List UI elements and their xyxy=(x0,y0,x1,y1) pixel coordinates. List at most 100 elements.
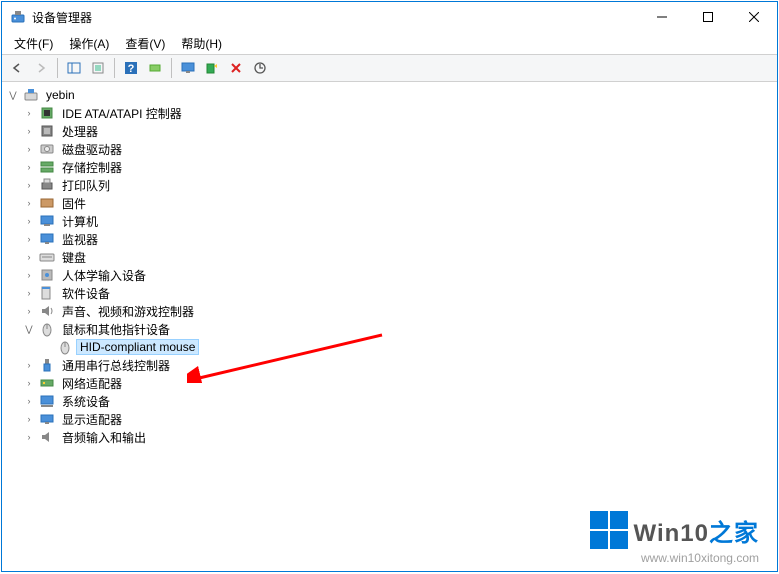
sound-icon xyxy=(39,303,55,319)
tree-category[interactable]: ⋁ 鼠标和其他指针设备 xyxy=(4,320,775,338)
software-icon xyxy=(39,285,55,301)
category-label: 计算机 xyxy=(58,213,102,230)
toolbar-update-button[interactable] xyxy=(249,57,271,79)
display-icon xyxy=(39,411,55,427)
toolbar-show-hide-button[interactable] xyxy=(63,57,85,79)
tree-category[interactable]: › 存储控制器 xyxy=(4,158,775,176)
tree-content[interactable]: ⋁ yebin › IDE ATA/ATAPI 控制器 › 处理器 › 磁盘驱动… xyxy=(2,82,777,571)
expand-icon[interactable]: › xyxy=(22,214,36,228)
minimize-button[interactable] xyxy=(639,2,685,32)
firmware-icon xyxy=(39,195,55,211)
tree-category[interactable]: › 通用串行总线控制器 xyxy=(4,356,775,374)
expand-icon[interactable]: › xyxy=(22,106,36,120)
menubar: 文件(F) 操作(A) 查看(V) 帮助(H) xyxy=(2,32,777,54)
toolbar-remove-button[interactable] xyxy=(225,57,247,79)
svg-text:?: ? xyxy=(128,63,135,75)
mouse-icon xyxy=(57,339,73,355)
keyboard-icon xyxy=(39,249,55,265)
menu-help[interactable]: 帮助(H) xyxy=(175,33,228,54)
expand-icon[interactable]: › xyxy=(22,160,36,174)
tree-root-node[interactable]: ⋁ yebin xyxy=(4,86,775,104)
computer-icon xyxy=(39,213,55,229)
expand-icon[interactable]: › xyxy=(22,286,36,300)
root-label: yebin xyxy=(42,88,79,102)
tree-category[interactable]: › 固件 xyxy=(4,194,775,212)
expand-icon[interactable]: › xyxy=(22,250,36,264)
tree-category[interactable]: › 磁盘驱动器 xyxy=(4,140,775,158)
tree-category[interactable]: › 人体学输入设备 xyxy=(4,266,775,284)
category-label: 人体学输入设备 xyxy=(58,267,150,284)
close-button[interactable] xyxy=(731,2,777,32)
menu-view[interactable]: 查看(V) xyxy=(119,33,171,54)
expand-icon[interactable]: › xyxy=(22,394,36,408)
tree-category[interactable]: › 软件设备 xyxy=(4,284,775,302)
toolbar-separator xyxy=(114,58,115,78)
tree-category[interactable]: › 监视器 xyxy=(4,230,775,248)
windows-logo-icon xyxy=(590,511,628,549)
menu-action[interactable]: 操作(A) xyxy=(63,33,115,54)
category-label: 存储控制器 xyxy=(58,159,126,176)
toolbar-device-button[interactable] xyxy=(144,57,166,79)
tree-category[interactable]: › 键盘 xyxy=(4,248,775,266)
category-label: 键盘 xyxy=(58,249,90,266)
tree-category[interactable]: › 系统设备 xyxy=(4,392,775,410)
toolbar-forward-button[interactable] xyxy=(30,57,52,79)
disk-icon xyxy=(39,141,55,157)
expand-icon[interactable]: › xyxy=(22,430,36,444)
network-icon xyxy=(39,375,55,391)
collapse-icon[interactable]: ⋁ xyxy=(22,322,36,336)
expand-icon[interactable]: › xyxy=(22,196,36,210)
printer-icon xyxy=(39,177,55,193)
audio-icon xyxy=(39,429,55,445)
category-label: 监视器 xyxy=(58,231,102,248)
tree-device[interactable]: HID-compliant mouse xyxy=(4,338,775,356)
tree-category[interactable]: › 计算机 xyxy=(4,212,775,230)
tree-category[interactable]: › 网络适配器 xyxy=(4,374,775,392)
expand-icon[interactable]: ⋁ xyxy=(6,88,20,102)
expand-icon[interactable]: › xyxy=(22,124,36,138)
category-label: IDE ATA/ATAPI 控制器 xyxy=(58,105,186,122)
tree-category[interactable]: › 打印队列 xyxy=(4,176,775,194)
toolbar-separator xyxy=(57,58,58,78)
expand-icon[interactable]: › xyxy=(22,268,36,282)
expand-icon[interactable]: › xyxy=(22,376,36,390)
expand-icon[interactable]: › xyxy=(22,412,36,426)
menu-file[interactable]: 文件(F) xyxy=(8,33,59,54)
tree-category[interactable]: › IDE ATA/ATAPI 控制器 xyxy=(4,104,775,122)
watermark-suffix: 之家 xyxy=(709,520,759,547)
category-label: 处理器 xyxy=(58,123,102,140)
maximize-button[interactable] xyxy=(685,2,731,32)
category-label: 音频输入和输出 xyxy=(58,429,150,446)
titlebar[interactable]: 设备管理器 xyxy=(2,2,777,32)
window-title: 设备管理器 xyxy=(32,9,639,26)
category-label: 网络适配器 xyxy=(58,375,126,392)
expand-icon[interactable]: › xyxy=(22,232,36,246)
usb-icon xyxy=(39,357,55,373)
tree-category[interactable]: › 显示适配器 xyxy=(4,410,775,428)
category-label: 系统设备 xyxy=(58,393,114,410)
category-label: 通用串行总线控制器 xyxy=(58,357,174,374)
expand-icon[interactable]: › xyxy=(22,358,36,372)
toolbar-monitor-button[interactable] xyxy=(177,57,199,79)
computer-icon xyxy=(23,87,39,103)
tree-category[interactable]: › 处理器 xyxy=(4,122,775,140)
expand-icon[interactable]: › xyxy=(22,178,36,192)
category-label: 固件 xyxy=(58,195,90,212)
toolbar-scan-button[interactable] xyxy=(201,57,223,79)
watermark-brand: Win10 xyxy=(634,520,709,547)
category-label: 声音、视频和游戏控制器 xyxy=(58,303,198,320)
tree-category[interactable]: › 声音、视频和游戏控制器 xyxy=(4,302,775,320)
toolbar-back-button[interactable] xyxy=(6,57,28,79)
tree-category[interactable]: › 音频输入和输出 xyxy=(4,428,775,446)
toolbar-separator xyxy=(171,58,172,78)
mouse-icon xyxy=(39,321,55,337)
expand-icon[interactable]: › xyxy=(22,142,36,156)
app-icon xyxy=(10,9,26,25)
expand-icon[interactable]: › xyxy=(22,304,36,318)
toolbar-help-button[interactable]: ? xyxy=(120,57,142,79)
category-label: 软件设备 xyxy=(58,285,114,302)
watermark-url: www.win10xitong.com xyxy=(590,551,759,565)
storage-icon xyxy=(39,159,55,175)
window-controls xyxy=(639,2,777,32)
toolbar-properties-button[interactable] xyxy=(87,57,109,79)
